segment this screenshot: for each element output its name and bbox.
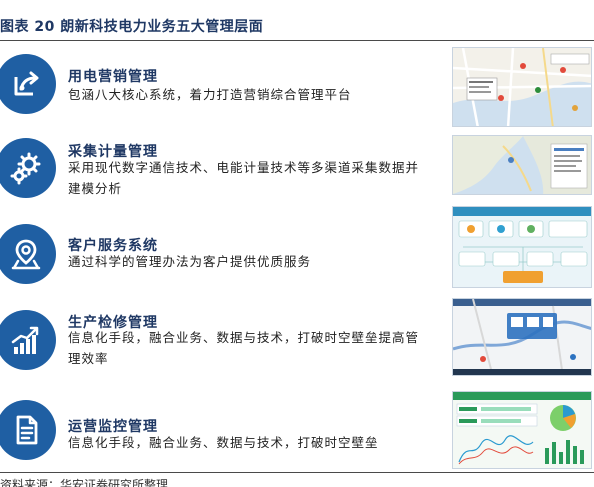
item-title-marketing: 用电营销管理 [68,69,158,85]
rising-chart-icon [11,326,39,354]
gears-icon [10,152,41,185]
item-desc-marketing: 包涵八大核心系统，着力打造营销综合管理平台 [68,87,352,102]
item-desc-customer-service: 通过科学的管理办法为客户提供优质服务 [68,254,312,269]
item-desc-maintenance: 信息化手段，融合业务、数据与技术，打破时空壁垒提高管理效率 [68,330,420,366]
maintenance-map-screenshot [452,298,592,376]
figure-title: 图表 20 朗新科技电力业务五大管理层面 [0,19,264,35]
top-divider [0,40,594,41]
marketing-icon-circle [0,54,56,114]
bottom-divider [0,472,594,473]
metering-map-screenshot [452,135,592,195]
source-note: 资料来源：华安证券研究所整理 [0,478,169,487]
marketing-map-screenshot [452,47,592,127]
metering-icon-circle [0,138,56,198]
customer-service-icon-circle [0,224,56,284]
share-arrows-icon [14,71,39,96]
operations-dashboard-screenshot [452,391,592,469]
operations-icon-circle [0,400,56,460]
document-icon [16,415,38,445]
item-desc-operations: 信息化手段，融合业务、数据与技术，打破时空壁垒 [68,435,379,450]
item-desc-metering: 采用现代数字通信技术、电能计量技术等多渠道采集数据并建模分析 [68,160,420,196]
maintenance-icon-circle [0,310,56,370]
customer-service-dashboard-screenshot [452,206,592,288]
location-pin-icon [11,239,41,270]
